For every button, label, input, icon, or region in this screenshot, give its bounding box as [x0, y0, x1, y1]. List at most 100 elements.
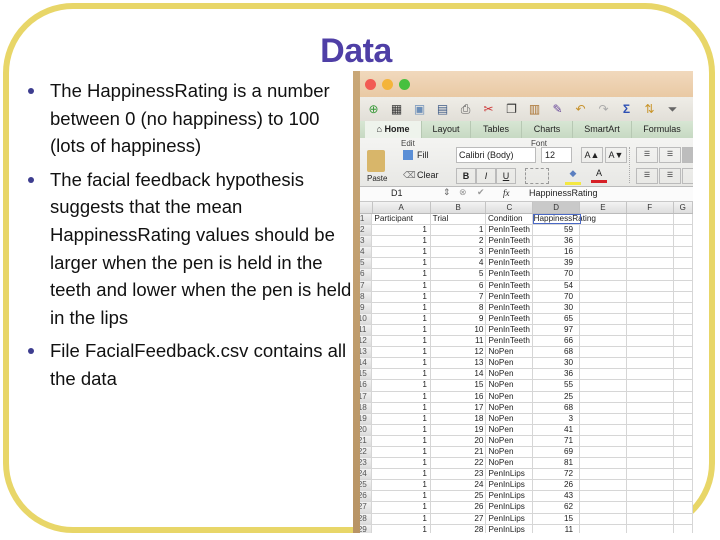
cell[interactable]	[627, 313, 674, 324]
cell[interactable]	[627, 469, 674, 480]
cell[interactable]	[674, 502, 693, 513]
cell[interactable]	[627, 380, 674, 391]
tab-layout[interactable]: Layout	[422, 121, 471, 138]
cell[interactable]	[674, 347, 693, 358]
align-center-button[interactable]: ☰	[659, 168, 681, 184]
cell[interactable]: PenInTeeth	[486, 324, 534, 336]
borders-button[interactable]	[525, 168, 549, 184]
cell[interactable]	[580, 236, 627, 247]
cell[interactable]: PenInTeeth	[486, 225, 534, 236]
cell[interactable]: 15	[533, 513, 581, 524]
cell[interactable]: PenInTeeth	[486, 269, 534, 280]
save-icon[interactable]: ▤	[434, 101, 451, 117]
cell[interactable]: 10	[431, 324, 487, 336]
cell[interactable]	[674, 380, 693, 391]
cell[interactable]	[627, 502, 674, 513]
tab-smartart[interactable]: SmartArt	[573, 121, 632, 138]
column-header[interactable]: D	[533, 202, 580, 213]
cell[interactable]: 81	[533, 458, 581, 469]
font-name-select[interactable]: Calibri (Body)	[456, 147, 536, 163]
paste-button[interactable]: Paste	[367, 174, 387, 183]
cell[interactable]	[674, 302, 693, 313]
fill-button[interactable]: Fill	[417, 150, 429, 160]
cell[interactable]: 1	[372, 524, 431, 533]
cell[interactable]	[627, 347, 674, 358]
cell[interactable]	[674, 336, 693, 347]
grow-font-button[interactable]: A▲	[581, 147, 603, 163]
cell[interactable]: 36	[533, 369, 581, 380]
cell[interactable]	[674, 524, 693, 533]
align-left-button[interactable]: ☰	[636, 168, 658, 184]
cell[interactable]	[580, 491, 627, 502]
cell[interactable]	[674, 291, 693, 302]
cell[interactable]	[674, 269, 693, 280]
cell[interactable]	[674, 280, 693, 291]
cell[interactable]: 36	[533, 236, 581, 247]
cell[interactable]	[580, 413, 627, 424]
cell[interactable]: 68	[533, 347, 581, 358]
cell[interactable]: NoPen	[486, 458, 534, 469]
cell[interactable]	[627, 513, 674, 524]
cell[interactable]: 1	[372, 446, 431, 458]
name-box[interactable]: D1	[391, 188, 403, 198]
copy-icon[interactable]: ❐	[503, 101, 520, 117]
cell[interactable]	[627, 458, 674, 469]
cell[interactable]	[627, 225, 674, 236]
zoom-window-button[interactable]	[399, 79, 410, 90]
cell[interactable]: PenInTeeth	[486, 291, 534, 302]
undo-icon[interactable]: ↶	[572, 101, 589, 117]
cell[interactable]	[580, 302, 627, 313]
cell[interactable]	[674, 446, 693, 458]
selected-cell[interactable]: HappinessRating	[532, 214, 596, 225]
cell[interactable]	[580, 347, 627, 358]
name-box-stepper[interactable]: ⇕	[443, 187, 451, 198]
cell[interactable]: 55	[533, 380, 581, 391]
cell[interactable]: 5	[431, 269, 487, 280]
tab-charts[interactable]: Charts	[522, 121, 573, 138]
tab-tables[interactable]: Tables	[471, 121, 522, 138]
column-header[interactable]: F	[627, 202, 674, 213]
cell[interactable]	[674, 435, 693, 446]
tab-formulas[interactable]: Formulas	[632, 121, 692, 138]
cell[interactable]	[627, 391, 674, 402]
cell[interactable]	[674, 258, 693, 269]
enter-icon[interactable]: ✔	[477, 187, 485, 198]
fx-icon[interactable]: fx	[503, 188, 510, 198]
cell[interactable]: 72	[533, 469, 581, 480]
cell[interactable]: 9	[431, 313, 487, 324]
align-right-button[interactable]	[682, 168, 693, 184]
cell[interactable]	[580, 247, 627, 258]
cell[interactable]	[580, 435, 627, 446]
cut-icon[interactable]: ✂	[480, 101, 497, 117]
format-painter-icon[interactable]: ✎	[549, 101, 566, 117]
cell[interactable]: 65	[533, 313, 581, 324]
cell[interactable]: 1	[372, 247, 431, 258]
cell[interactable]	[580, 258, 627, 269]
cell[interactable]	[580, 336, 627, 347]
cell[interactable]	[674, 469, 693, 480]
cell[interactable]	[580, 513, 627, 524]
cell[interactable]: 6	[431, 280, 487, 291]
cell[interactable]: 11	[431, 336, 487, 347]
cell[interactable]	[580, 280, 627, 291]
cell[interactable]	[627, 424, 674, 435]
new-icon[interactable]: ⊕	[365, 101, 382, 117]
cell[interactable]: 26	[533, 480, 581, 491]
cell[interactable]: NoPen	[486, 358, 534, 369]
cell[interactable]: 1	[372, 225, 431, 236]
cell[interactable]: NoPen	[486, 424, 534, 435]
cell[interactable]	[627, 435, 674, 446]
cell[interactable]: 1	[431, 225, 487, 236]
cell[interactable]	[674, 324, 693, 336]
print-icon[interactable]: ⎙	[457, 101, 474, 117]
cell[interactable]: 71	[533, 435, 581, 446]
autosum-icon[interactable]: Σ	[618, 101, 635, 117]
cell[interactable]: 43	[533, 491, 581, 502]
cell[interactable]	[674, 480, 693, 491]
cell[interactable]: 1	[372, 347, 431, 358]
cell[interactable]	[580, 446, 627, 458]
cell[interactable]	[627, 446, 674, 458]
cell[interactable]: 26	[431, 502, 487, 513]
cell[interactable]	[580, 424, 627, 435]
cell[interactable]: NoPen	[486, 402, 534, 413]
